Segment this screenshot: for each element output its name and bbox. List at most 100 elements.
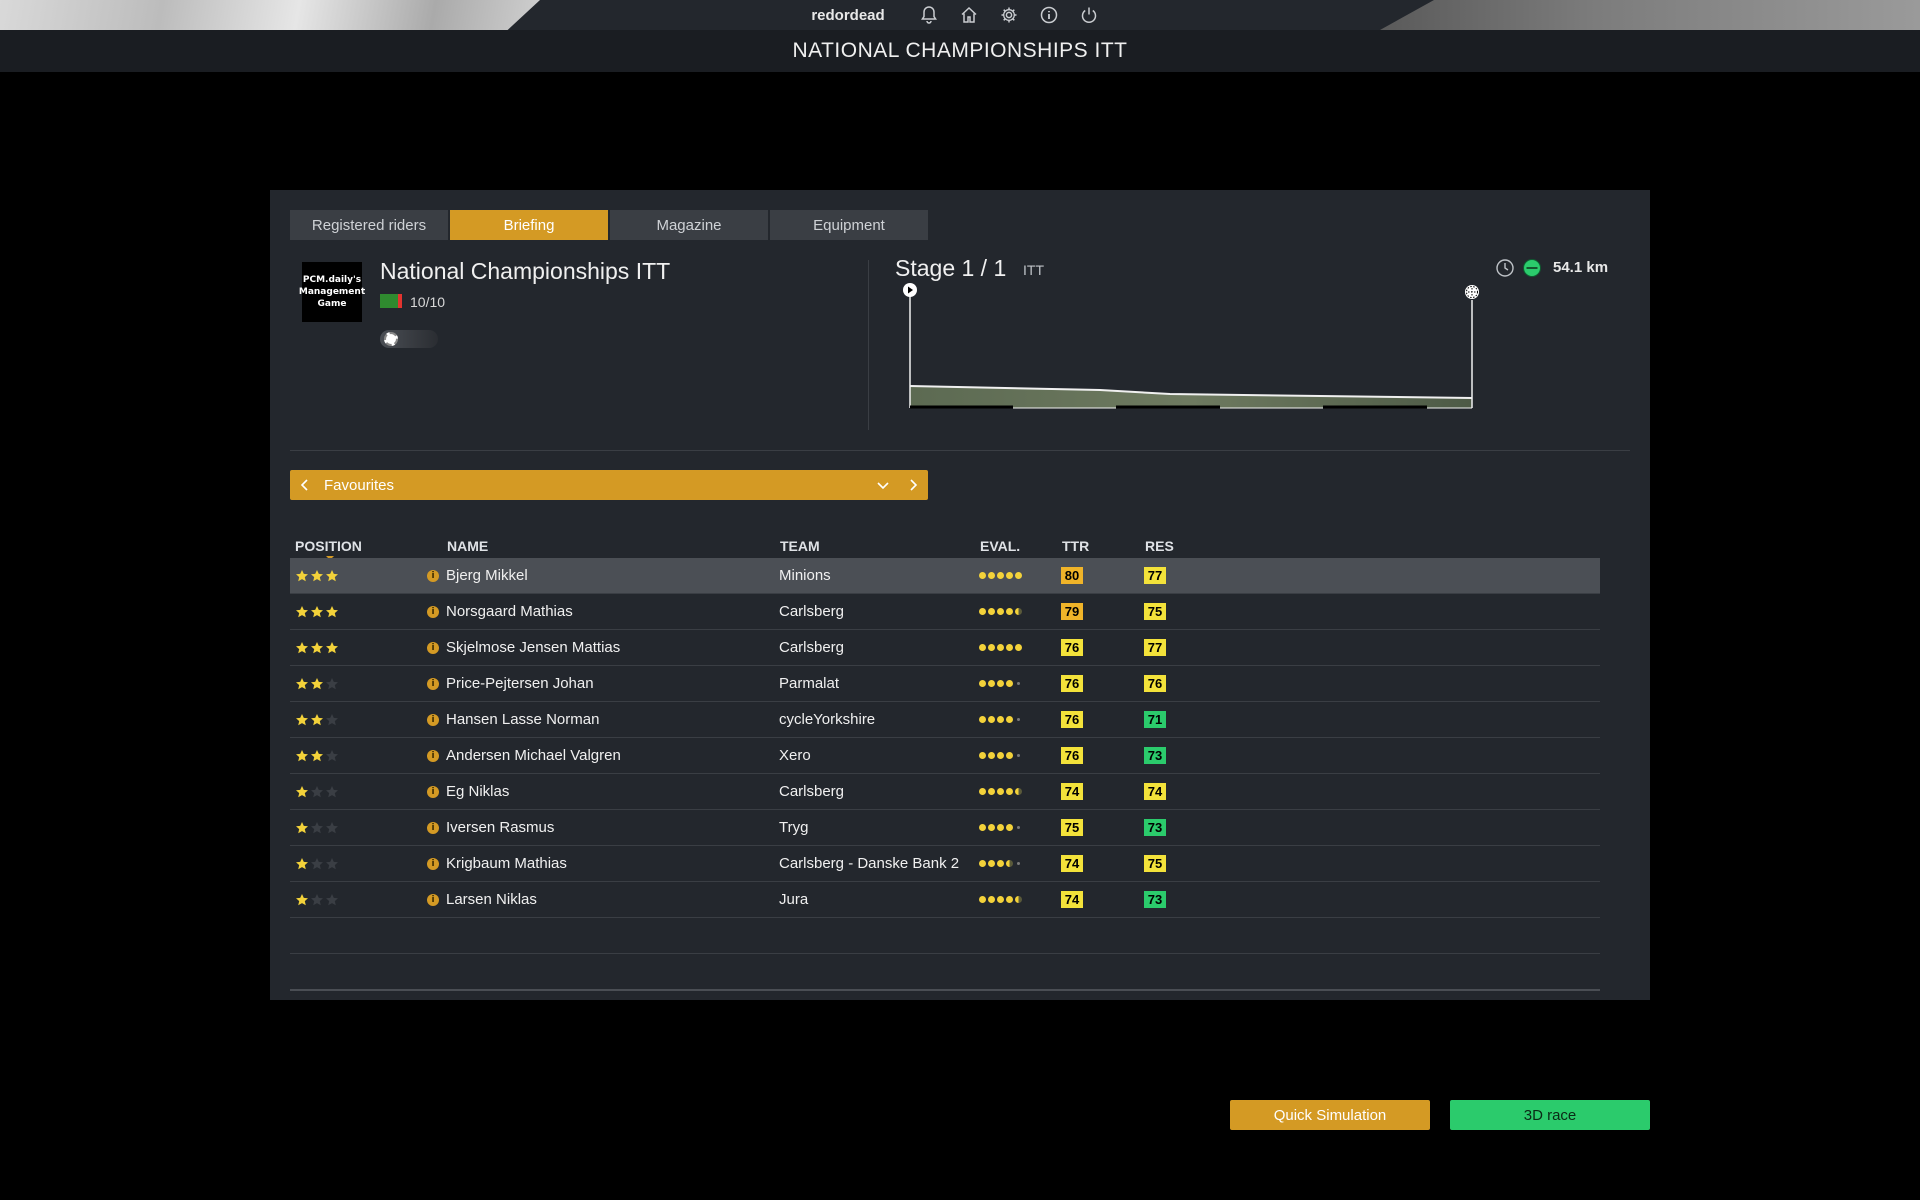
rider-name[interactable]: Andersen Michael Valgren bbox=[446, 738, 621, 773]
rider-name[interactable]: Hansen Lasse Norman bbox=[446, 702, 599, 737]
tab-briefing[interactable]: Briefing bbox=[450, 210, 608, 240]
chevron-right-icon[interactable] bbox=[898, 470, 928, 500]
top-bar: redordead bbox=[0, 0, 1920, 30]
position-stars bbox=[295, 702, 340, 737]
res-badge: 77 bbox=[1144, 639, 1166, 656]
race-toggle[interactable] bbox=[380, 330, 438, 348]
rider-name[interactable]: Skjelmose Jensen Mattias bbox=[446, 630, 620, 665]
rider-team: Tryg bbox=[779, 819, 809, 836]
rider-name[interactable]: Iversen Rasmus bbox=[446, 810, 554, 845]
3d-race-button[interactable]: 3D race bbox=[1450, 1100, 1650, 1130]
rider-team: Carlsberg bbox=[779, 783, 845, 800]
power-icon[interactable] bbox=[1079, 5, 1099, 25]
tab-magazine[interactable]: Magazine bbox=[610, 210, 768, 240]
res-cell: 71 bbox=[1144, 702, 1166, 737]
res-cell: 73 bbox=[1144, 810, 1166, 845]
rider-info-icon[interactable]: i bbox=[427, 558, 439, 593]
chevron-left-icon[interactable] bbox=[290, 470, 320, 500]
gear-icon[interactable] bbox=[999, 5, 1019, 25]
finish-flag-icon bbox=[1465, 285, 1479, 299]
eval-dot bbox=[979, 788, 986, 795]
res-badge: 75 bbox=[1144, 855, 1166, 872]
header-position[interactable]: POSITION bbox=[295, 538, 362, 554]
rider-team: Parmalat bbox=[779, 675, 840, 692]
ttr-badge: 74 bbox=[1061, 855, 1083, 872]
header-name[interactable]: NAME bbox=[447, 538, 488, 554]
ttr-cell: 76 bbox=[1061, 702, 1083, 737]
eval-dot bbox=[979, 608, 986, 615]
eval-dot bbox=[979, 680, 986, 687]
table-row[interactable]: i Price-Pejtersen Johan Parmalat 76 76 bbox=[290, 666, 1600, 702]
rider-name[interactable]: Krigbaum Mathias bbox=[446, 846, 567, 881]
rider-info-icon[interactable]: i bbox=[427, 882, 439, 917]
eval-dot bbox=[979, 860, 986, 867]
eval-dot-half bbox=[1015, 608, 1022, 615]
tab-equipment[interactable]: Equipment bbox=[770, 210, 928, 240]
table-row[interactable]: i Andersen Michael Valgren Xero 76 73 bbox=[290, 738, 1600, 774]
table-row[interactable]: i Bjerg Mikkel Minions 80 77 bbox=[290, 558, 1600, 594]
rider-name[interactable]: Price-Pejtersen Johan bbox=[446, 666, 594, 701]
favourites-selector[interactable]: Favourites bbox=[290, 470, 928, 500]
stage-profile bbox=[903, 283, 1479, 409]
eval-rating bbox=[979, 774, 1024, 809]
rider-name[interactable]: Norsgaard Mathias bbox=[446, 594, 573, 629]
vertical-divider bbox=[868, 260, 869, 430]
eval-dot bbox=[988, 752, 995, 759]
rider-info-icon[interactable]: i bbox=[427, 774, 439, 809]
position-stars bbox=[295, 558, 340, 593]
table-row[interactable]: i Larsen Niklas Jura 74 73 bbox=[290, 882, 1600, 918]
eval-dot bbox=[997, 572, 1004, 579]
stage-type: ITT bbox=[1023, 262, 1044, 278]
username[interactable]: redordead bbox=[811, 7, 884, 24]
table-row[interactable]: i Norsgaard Mathias Carlsberg 79 75 bbox=[290, 594, 1600, 630]
header-art-left bbox=[0, 0, 540, 30]
eval-dot bbox=[997, 860, 1004, 867]
ttr-cell: 76 bbox=[1061, 666, 1083, 701]
rider-info-icon[interactable]: i bbox=[427, 702, 439, 737]
table-row[interactable]: i Krigbaum Mathias Carlsberg - Danske Bank… bbox=[290, 846, 1600, 882]
header-team[interactable]: TEAM bbox=[780, 538, 820, 554]
header-res[interactable]: RES bbox=[1145, 538, 1174, 554]
table-row[interactable]: i Eg Niklas Carlsberg 74 74 bbox=[290, 774, 1600, 810]
rider-team: Minions bbox=[779, 567, 831, 584]
eval-dot bbox=[1015, 644, 1022, 651]
chevron-down-icon[interactable] bbox=[868, 470, 898, 500]
eval-dot bbox=[1015, 572, 1022, 579]
quick-simulation-button[interactable]: Quick Simulation bbox=[1230, 1100, 1430, 1130]
eval-rating bbox=[979, 738, 1024, 773]
rider-name[interactable]: Eg Niklas bbox=[446, 774, 509, 809]
ttr-cell: 76 bbox=[1061, 738, 1083, 773]
page-title: NATIONAL CHAMPIONSHIPS ITT bbox=[792, 39, 1128, 62]
header-ttr[interactable]: TTR bbox=[1062, 538, 1089, 554]
ttr-cell: 80 bbox=[1061, 558, 1083, 593]
table-row[interactable]: i Skjelmose Jensen Mattias Carlsberg 76 77 bbox=[290, 630, 1600, 666]
rider-info-icon[interactable]: i bbox=[427, 738, 439, 773]
header-eval[interactable]: EVAL. bbox=[980, 538, 1020, 554]
rider-name[interactable]: Bjerg Mikkel bbox=[446, 558, 528, 593]
eval-dot bbox=[988, 896, 995, 903]
table-empty-row bbox=[290, 954, 1600, 991]
eval-dot bbox=[997, 788, 1004, 795]
info-icon[interactable] bbox=[1039, 5, 1059, 25]
rider-info-icon[interactable]: i bbox=[427, 810, 439, 845]
table-row[interactable]: i Iversen Rasmus Tryg 75 73 bbox=[290, 810, 1600, 846]
ttr-badge: 76 bbox=[1061, 711, 1083, 728]
race-flag-icon bbox=[380, 294, 402, 308]
res-badge: 76 bbox=[1144, 675, 1166, 692]
home-icon[interactable] bbox=[959, 5, 979, 25]
tab-registered-riders[interactable]: Registered riders bbox=[290, 210, 448, 240]
rider-name[interactable]: Larsen Niklas bbox=[446, 882, 537, 917]
ttr-cell: 74 bbox=[1061, 882, 1083, 917]
table-row[interactable]: i Hansen Lasse Norman cycleYorkshire 76 71 bbox=[290, 702, 1600, 738]
rider-info-icon[interactable]: i bbox=[427, 846, 439, 881]
eval-dot-empty bbox=[1017, 862, 1020, 865]
ttr-badge: 79 bbox=[1061, 603, 1083, 620]
eval-dot bbox=[997, 824, 1004, 831]
rider-info-icon[interactable]: i bbox=[427, 666, 439, 701]
rider-info-icon[interactable]: i bbox=[427, 630, 439, 665]
rider-info-icon[interactable]: i bbox=[427, 594, 439, 629]
bell-icon[interactable] bbox=[919, 5, 939, 25]
table-header: POSITION NAME TEAM EVAL. TTR RES bbox=[290, 530, 1600, 560]
eval-dot bbox=[997, 680, 1004, 687]
eval-rating bbox=[979, 558, 1024, 593]
